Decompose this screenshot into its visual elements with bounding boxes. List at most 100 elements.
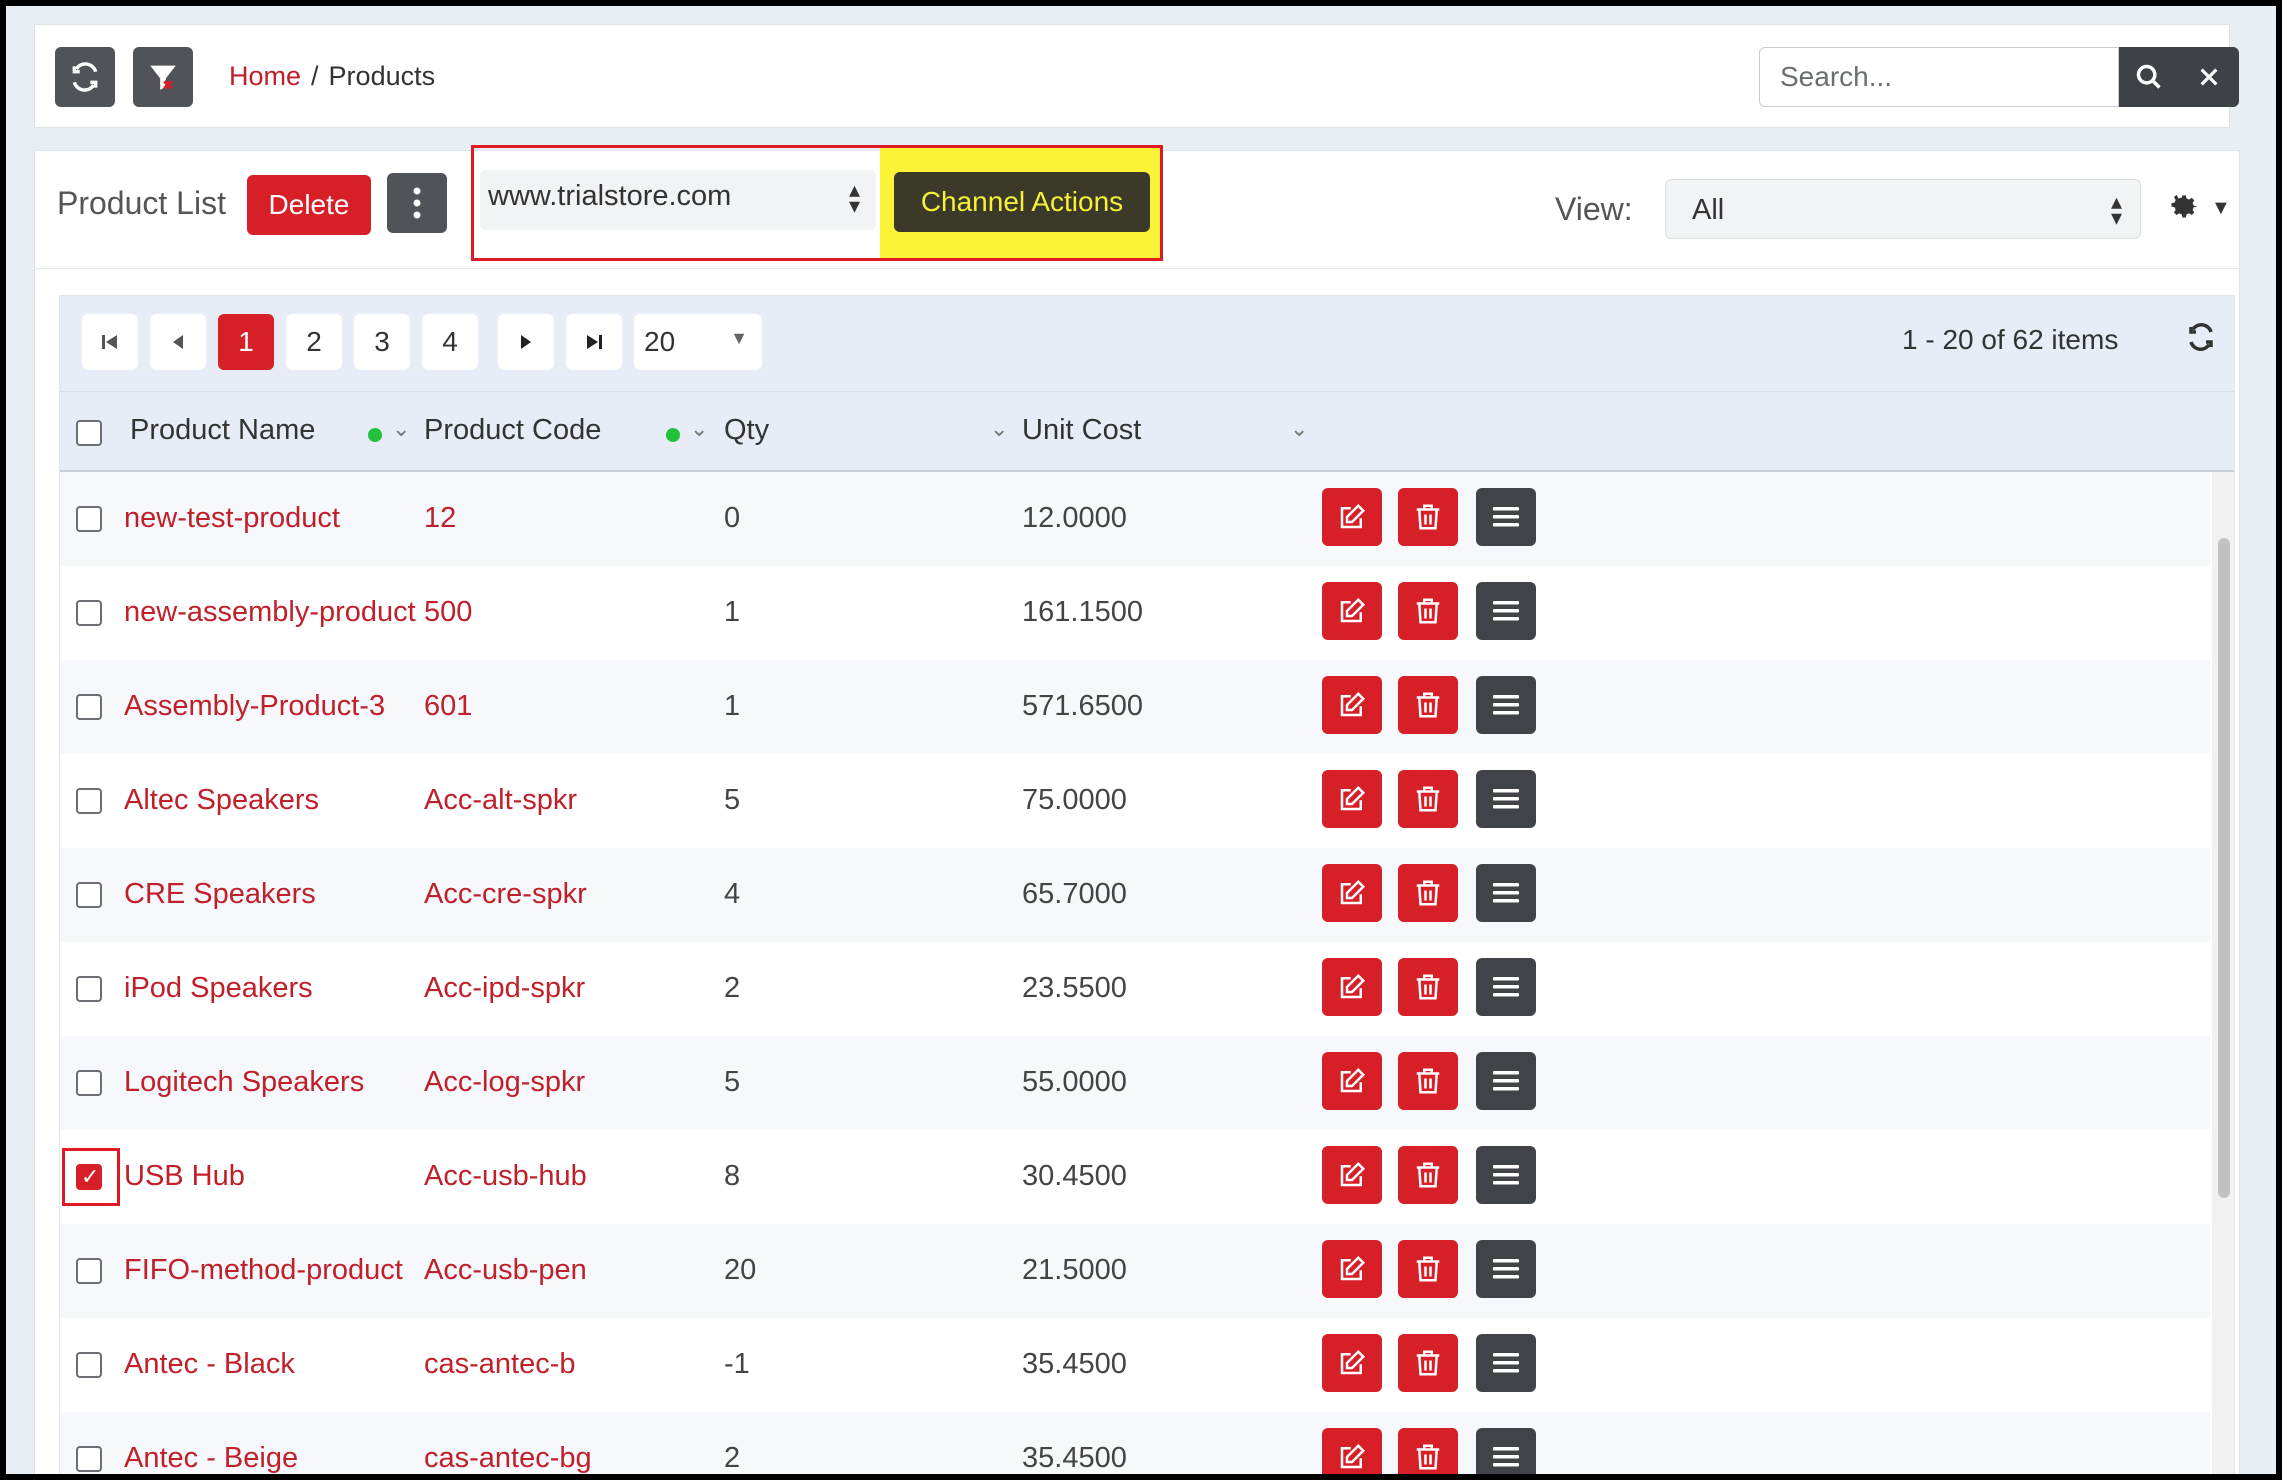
chevron-down-icon[interactable]: ⌄ (1290, 416, 1308, 442)
edit-button[interactable] (1322, 864, 1382, 922)
edit-button[interactable] (1322, 1146, 1382, 1204)
channel-select[interactable]: www.trialstore.com ▴ ▾ (480, 170, 876, 230)
delete-row-button[interactable] (1398, 582, 1458, 640)
product-code-link[interactable]: Acc-ipd-spkr (424, 972, 585, 1005)
product-code-link[interactable]: Acc-alt-spkr (424, 784, 577, 817)
product-code-link[interactable]: 601 (424, 690, 472, 723)
row-menu-button[interactable] (1476, 958, 1536, 1016)
delete-row-button[interactable] (1398, 958, 1458, 1016)
clear-filter-button[interactable] (133, 47, 193, 107)
row-checkbox[interactable] (76, 1164, 102, 1190)
delete-row-button[interactable] (1398, 676, 1458, 734)
page-1-button[interactable]: 1 (218, 314, 274, 370)
delete-row-button[interactable] (1398, 1052, 1458, 1110)
product-code-link[interactable]: Acc-usb-hub (424, 1160, 587, 1193)
row-menu-button[interactable] (1476, 1240, 1536, 1298)
edit-button[interactable] (1322, 1240, 1382, 1298)
last-page-button[interactable] (566, 314, 622, 370)
select-all-checkbox[interactable] (76, 420, 102, 446)
product-name-link[interactable]: Altec Speakers (124, 784, 319, 817)
breadcrumb-home-link[interactable]: Home (229, 61, 301, 91)
delete-row-button[interactable] (1398, 864, 1458, 922)
row-checkbox[interactable] (76, 1258, 102, 1284)
product-name-link[interactable]: new-test-product (124, 502, 340, 535)
search-button[interactable] (2119, 47, 2179, 107)
column-header-product-code[interactable]: Product Code (424, 414, 601, 447)
row-checkbox[interactable] (76, 694, 102, 720)
scrollbar-thumb[interactable] (2218, 538, 2230, 1198)
product-name-link[interactable]: Antec - Beige (124, 1442, 298, 1474)
product-name-link[interactable]: CRE Speakers (124, 878, 316, 911)
product-name-link[interactable]: FIFO-method-product (124, 1254, 403, 1287)
more-actions-button[interactable] (387, 173, 447, 233)
product-code-link[interactable]: cas-antec-b (424, 1348, 576, 1381)
product-name-link[interactable]: new-assembly-product (124, 596, 416, 629)
row-menu-button[interactable] (1476, 864, 1536, 922)
product-code-link[interactable]: Acc-log-spkr (424, 1066, 585, 1099)
row-checkbox[interactable] (76, 976, 102, 1002)
product-name-link[interactable]: iPod Speakers (124, 972, 313, 1005)
page-size-select[interactable]: 20 ▼ (634, 314, 762, 370)
edit-button[interactable] (1322, 958, 1382, 1016)
row-checkbox[interactable] (76, 788, 102, 814)
column-header-qty[interactable]: Qty (724, 414, 769, 447)
row-checkbox[interactable] (76, 600, 102, 626)
row-menu-button[interactable] (1476, 676, 1536, 734)
row-menu-button[interactable] (1476, 1146, 1536, 1204)
delete-row-button[interactable] (1398, 1334, 1458, 1392)
chevron-down-icon[interactable]: ▼ (2211, 197, 2231, 220)
settings-gear-button[interactable] (2165, 187, 2199, 230)
row-menu-button[interactable] (1476, 582, 1536, 640)
refresh-button[interactable] (55, 47, 115, 107)
delete-row-button[interactable] (1398, 1428, 1458, 1474)
row-checkbox[interactable] (76, 1352, 102, 1378)
product-name-link[interactable]: Assembly-Product-3 (124, 690, 385, 723)
view-select[interactable]: All ▴ ▾ (1665, 179, 2141, 239)
delete-row-button[interactable] (1398, 770, 1458, 828)
row-checkbox[interactable] (76, 1070, 102, 1096)
product-code-link[interactable]: 500 (424, 596, 472, 629)
edit-button[interactable] (1322, 1052, 1382, 1110)
row-menu-button[interactable] (1476, 488, 1536, 546)
chevron-down-icon[interactable]: ⌄ (392, 416, 410, 442)
grid-refresh-button[interactable] (2186, 322, 2216, 360)
edit-button[interactable] (1322, 676, 1382, 734)
prev-page-button[interactable] (150, 314, 206, 370)
chevron-down-icon[interactable]: ⌄ (690, 416, 708, 442)
delete-row-button[interactable] (1398, 1146, 1458, 1204)
edit-button[interactable] (1322, 770, 1382, 828)
delete-row-button[interactable] (1398, 1240, 1458, 1298)
row-menu-button[interactable] (1476, 1428, 1536, 1474)
edit-button[interactable] (1322, 1334, 1382, 1392)
product-code-link[interactable]: cas-antec-bg (424, 1442, 592, 1474)
chevron-down-icon[interactable]: ⌄ (990, 416, 1008, 442)
clear-search-button[interactable] (2179, 47, 2239, 107)
page-4-button[interactable]: 4 (422, 314, 478, 370)
product-name-link[interactable]: Antec - Black (124, 1348, 295, 1381)
row-menu-button[interactable] (1476, 1334, 1536, 1392)
edit-button[interactable] (1322, 582, 1382, 640)
row-menu-button[interactable] (1476, 1052, 1536, 1110)
delete-row-button[interactable] (1398, 488, 1458, 546)
row-menu-button[interactable] (1476, 770, 1536, 828)
column-header-product-name[interactable]: Product Name (130, 414, 315, 447)
vertical-scrollbar[interactable] (2212, 472, 2234, 1474)
channel-actions-button[interactable]: Channel Actions (894, 172, 1150, 232)
column-header-unit-cost[interactable]: Unit Cost (1022, 414, 1141, 447)
product-code-link[interactable]: 12 (424, 502, 456, 535)
row-checkbox[interactable] (76, 506, 102, 532)
search-input[interactable] (1759, 47, 2119, 107)
edit-button[interactable] (1322, 488, 1382, 546)
row-checkbox[interactable] (76, 882, 102, 908)
row-checkbox[interactable] (76, 1446, 102, 1472)
page-3-button[interactable]: 3 (354, 314, 410, 370)
product-name-link[interactable]: USB Hub (124, 1160, 245, 1193)
next-page-button[interactable] (498, 314, 554, 370)
delete-button[interactable]: Delete (247, 175, 371, 235)
product-name-link[interactable]: Logitech Speakers (124, 1066, 364, 1099)
first-page-button[interactable] (82, 314, 138, 370)
product-code-link[interactable]: Acc-usb-pen (424, 1254, 587, 1287)
product-code-link[interactable]: Acc-cre-spkr (424, 878, 587, 911)
page-2-button[interactable]: 2 (286, 314, 342, 370)
edit-button[interactable] (1322, 1428, 1382, 1474)
